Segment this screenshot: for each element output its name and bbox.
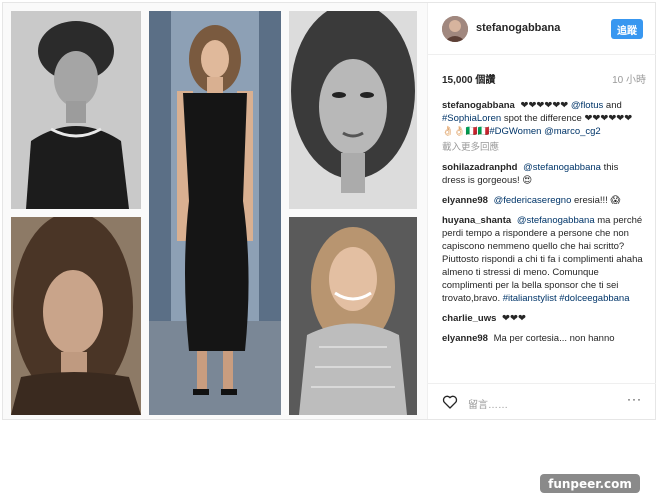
post-sidebar: stefanogabbana 追蹤 15,000 個讚 10 小時 stefan… [427, 3, 656, 419]
caption-text: and [605, 100, 622, 111]
comment-username[interactable]: charlie_uws [442, 313, 496, 324]
mention-link[interactable]: @marco_cg2 [544, 126, 601, 137]
comment-text: eresia!!! 😱 [574, 195, 621, 206]
load-more-comments[interactable]: 載入更多回應 [442, 141, 644, 154]
heart-icon[interactable] [442, 394, 458, 410]
post-actions: 留言…… ··· [428, 383, 656, 419]
photo-black-dress [149, 11, 281, 415]
comment-text: ma perché perdi tempo a rispondere a per… [442, 215, 643, 304]
watermark: funpeer.com [540, 474, 640, 493]
hashtag-link[interactable]: #SophiaLoren [442, 113, 501, 124]
comment-item: elyanne98 @federicaseregno eresia!!! 😱 [442, 194, 644, 207]
like-count[interactable]: 15,000 個讚 [442, 75, 495, 86]
post-collage[interactable] [3, 3, 427, 419]
more-options-icon[interactable]: ··· [627, 392, 642, 406]
hashtag-link[interactable]: #italianstylist [503, 293, 557, 304]
mention-link[interactable]: @federicaseregno [494, 195, 572, 206]
comment-item: charlie_uws ❤❤❤ [442, 312, 644, 325]
post-stats: 15,000 個讚 10 小時 [442, 71, 646, 86]
mention-link[interactable]: @stefanogabbana [523, 162, 601, 173]
comment-input[interactable]: 留言…… [468, 396, 508, 411]
comment-username[interactable]: elyanne98 [442, 333, 488, 344]
comment-item: sohilazadranphd @stefanogabbana this dre… [442, 161, 644, 187]
comment-item: elyanne98 Ma per cortesia... non hanno [442, 332, 644, 345]
caption-text: ❤❤❤❤❤❤ [520, 100, 569, 111]
comment-username[interactable]: sohilazadranphd [442, 162, 517, 173]
photo-vintage-portrait-1 [11, 11, 141, 209]
instagram-post: stefanogabbana 追蹤 15,000 個讚 10 小時 stefan… [2, 2, 656, 420]
comment-username[interactable]: elyanne98 [442, 195, 488, 206]
post-time[interactable]: 10 小時 [612, 71, 646, 86]
follow-button[interactable]: 追蹤 [611, 19, 643, 39]
avatar[interactable] [442, 16, 468, 42]
hashtag-link[interactable]: #DGWomen [489, 126, 541, 137]
comment-list[interactable]: stefanogabbana ❤❤❤❤❤❤ @flotus and #Sophi… [442, 99, 644, 373]
post-header: stefanogabbana 追蹤 [428, 3, 656, 55]
comment-text: Ma per cortesia... non hanno [493, 333, 615, 344]
photo-vintage-portrait-2 [11, 217, 141, 415]
mention-link[interactable]: @flotus [571, 100, 603, 111]
mention-link[interactable]: @stefanogabbana [517, 215, 595, 226]
comment-text: ❤❤❤ [502, 313, 526, 324]
photo-silver-dress [289, 217, 417, 415]
caption: stefanogabbana ❤❤❤❤❤❤ @flotus and #Sophi… [442, 99, 644, 138]
caption-username[interactable]: stefanogabbana [442, 100, 515, 111]
comment-item: huyana_shanta @stefanogabbana ma perché … [442, 214, 644, 305]
photo-closeup-portrait [289, 11, 417, 209]
hashtag-link[interactable]: #dolceegabbana [559, 293, 629, 304]
comment-username[interactable]: huyana_shanta [442, 215, 511, 226]
username[interactable]: stefanogabbana [476, 22, 560, 34]
